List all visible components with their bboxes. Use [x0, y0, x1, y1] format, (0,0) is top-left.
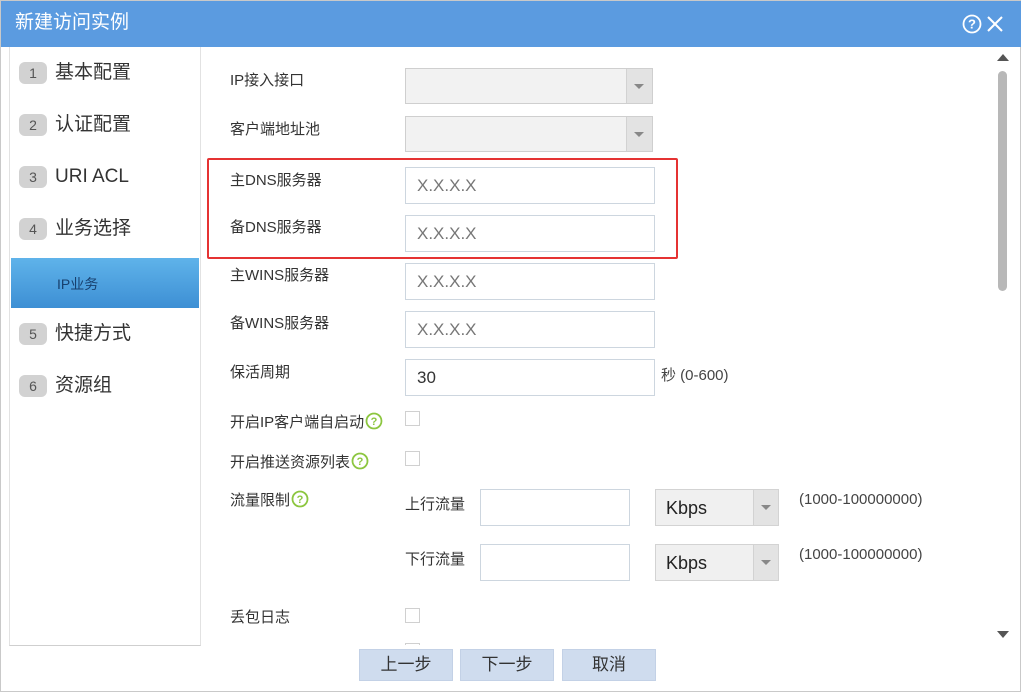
- ip-service-form: IP接入接口 客户端地址池 主DNS服务器 X.X.X.X 备DNS服务器 X.…: [199, 47, 994, 645]
- upstream-input[interactable]: [480, 489, 630, 526]
- drop-log-checkbox[interactable]: [405, 608, 420, 623]
- upstream-unit-value: Kbps: [666, 498, 708, 518]
- chevron-down-icon[interactable]: [626, 117, 652, 151]
- step-number: 3: [19, 166, 47, 188]
- keepalive-input[interactable]: 30: [405, 359, 655, 396]
- step-label: URI ACL: [55, 166, 129, 187]
- client-pool-select[interactable]: [405, 116, 653, 152]
- cancel-button[interactable]: 取消: [562, 649, 656, 681]
- sidebar-step-shortcuts[interactable]: 5 快捷方式: [10, 314, 200, 354]
- secondary-wins-input[interactable]: X.X.X.X: [405, 311, 655, 348]
- upstream-label: 上行流量: [405, 496, 466, 513]
- scroll-down-arrow-icon[interactable]: [997, 631, 1009, 638]
- help-icon[interactable]: ?: [291, 490, 309, 508]
- step-label: 认证配置: [55, 114, 132, 135]
- keepalive-hint: 秒 (0-600): [661, 367, 729, 384]
- svg-text:?: ?: [297, 494, 304, 506]
- downstream-unit-value: Kbps: [666, 553, 708, 573]
- push-resources-label: 开启推送资源列表?: [230, 452, 369, 473]
- wizard-steps-sidebar: 1 基本配置 2 认证配置 3 URI ACL 4 业务选择 IP业务 5 快捷…: [9, 47, 201, 646]
- title-bar: 新建访问实例 ?: [1, 1, 1021, 47]
- subitem-label: IP业务: [57, 276, 99, 292]
- chevron-down-icon[interactable]: [753, 490, 778, 525]
- ip-interface-select[interactable]: [405, 68, 653, 104]
- sidebar-step-basic-config[interactable]: 1 基本配置: [10, 53, 200, 93]
- chevron-down-icon[interactable]: [626, 69, 652, 103]
- push-resources-checkbox[interactable]: [405, 451, 420, 466]
- push-resources-label-text: 开启推送资源列表: [230, 454, 351, 471]
- primary-wins-input[interactable]: X.X.X.X: [405, 263, 655, 300]
- primary-wins-label: 主WINS服务器: [230, 267, 330, 284]
- step-number: 5: [19, 323, 47, 345]
- upstream-unit-select[interactable]: Kbps: [655, 489, 779, 526]
- rate-limit-label-text: 流量限制: [230, 492, 291, 509]
- auto-start-label-text: 开启IP客户端自启动: [230, 414, 365, 431]
- downstream-input[interactable]: [480, 544, 630, 581]
- sidebar-step-uri-acl[interactable]: 3 URI ACL: [10, 157, 200, 197]
- dialog: 新建访问实例 ? 1 基本配置 2 认证配置 3 URI ACL 4 业务选择 …: [0, 0, 1021, 692]
- prev-step-button[interactable]: 上一步: [359, 649, 453, 681]
- primary-dns-label: 主DNS服务器: [230, 172, 322, 189]
- svg-text:?: ?: [371, 416, 378, 428]
- step-label: 基本配置: [55, 62, 132, 83]
- scroll-thumb[interactable]: [998, 71, 1007, 291]
- client-pool-label: 客户端地址池: [230, 121, 321, 138]
- primary-dns-input[interactable]: X.X.X.X: [405, 167, 655, 204]
- next-step-button[interactable]: 下一步: [460, 649, 554, 681]
- secondary-dns-label: 备DNS服务器: [230, 219, 322, 236]
- sidebar-step-auth-config[interactable]: 2 认证配置: [10, 105, 200, 145]
- sidebar-step-service-select[interactable]: 4 业务选择: [10, 209, 200, 249]
- chevron-down-icon[interactable]: [753, 545, 778, 580]
- svg-text:?: ?: [357, 456, 364, 468]
- question-circle-icon[interactable]: ?: [962, 14, 982, 34]
- step-number: 1: [19, 62, 47, 84]
- vertical-scrollbar[interactable]: [994, 47, 1012, 645]
- auto-start-label: 开启IP客户端自启动?: [230, 412, 383, 433]
- step-label: 快捷方式: [55, 323, 132, 344]
- auto-start-checkbox[interactable]: [405, 411, 420, 426]
- help-icon[interactable]: ?: [351, 452, 369, 470]
- upstream-hint: (1000-100000000): [799, 491, 923, 508]
- rate-limit-label: 流量限制?: [230, 490, 309, 511]
- scroll-up-arrow-icon[interactable]: [997, 54, 1009, 61]
- sidebar-step-resource-group[interactable]: 6 资源组: [10, 366, 200, 406]
- drop-log-label: 丢包日志: [230, 609, 291, 626]
- next-checkbox-partial[interactable]: [405, 643, 420, 645]
- dialog-title: 新建访问实例: [15, 12, 130, 33]
- step-number: 6: [19, 375, 47, 397]
- downstream-unit-select[interactable]: Kbps: [655, 544, 779, 581]
- svg-text:?: ?: [968, 17, 976, 32]
- downstream-hint: (1000-100000000): [799, 546, 923, 563]
- close-icon[interactable]: [985, 14, 1005, 34]
- downstream-label: 下行流量: [405, 551, 466, 568]
- ip-interface-label: IP接入接口: [230, 72, 305, 89]
- sidebar-subitem-ip-service[interactable]: IP业务: [11, 258, 199, 308]
- step-number: 2: [19, 114, 47, 136]
- step-label: 业务选择: [55, 218, 132, 239]
- help-icon[interactable]: ?: [365, 412, 383, 430]
- keepalive-label: 保活周期: [230, 364, 291, 381]
- secondary-dns-input[interactable]: X.X.X.X: [405, 215, 655, 252]
- secondary-wins-label: 备WINS服务器: [230, 315, 330, 332]
- step-label: 资源组: [55, 375, 113, 396]
- step-number: 4: [19, 218, 47, 240]
